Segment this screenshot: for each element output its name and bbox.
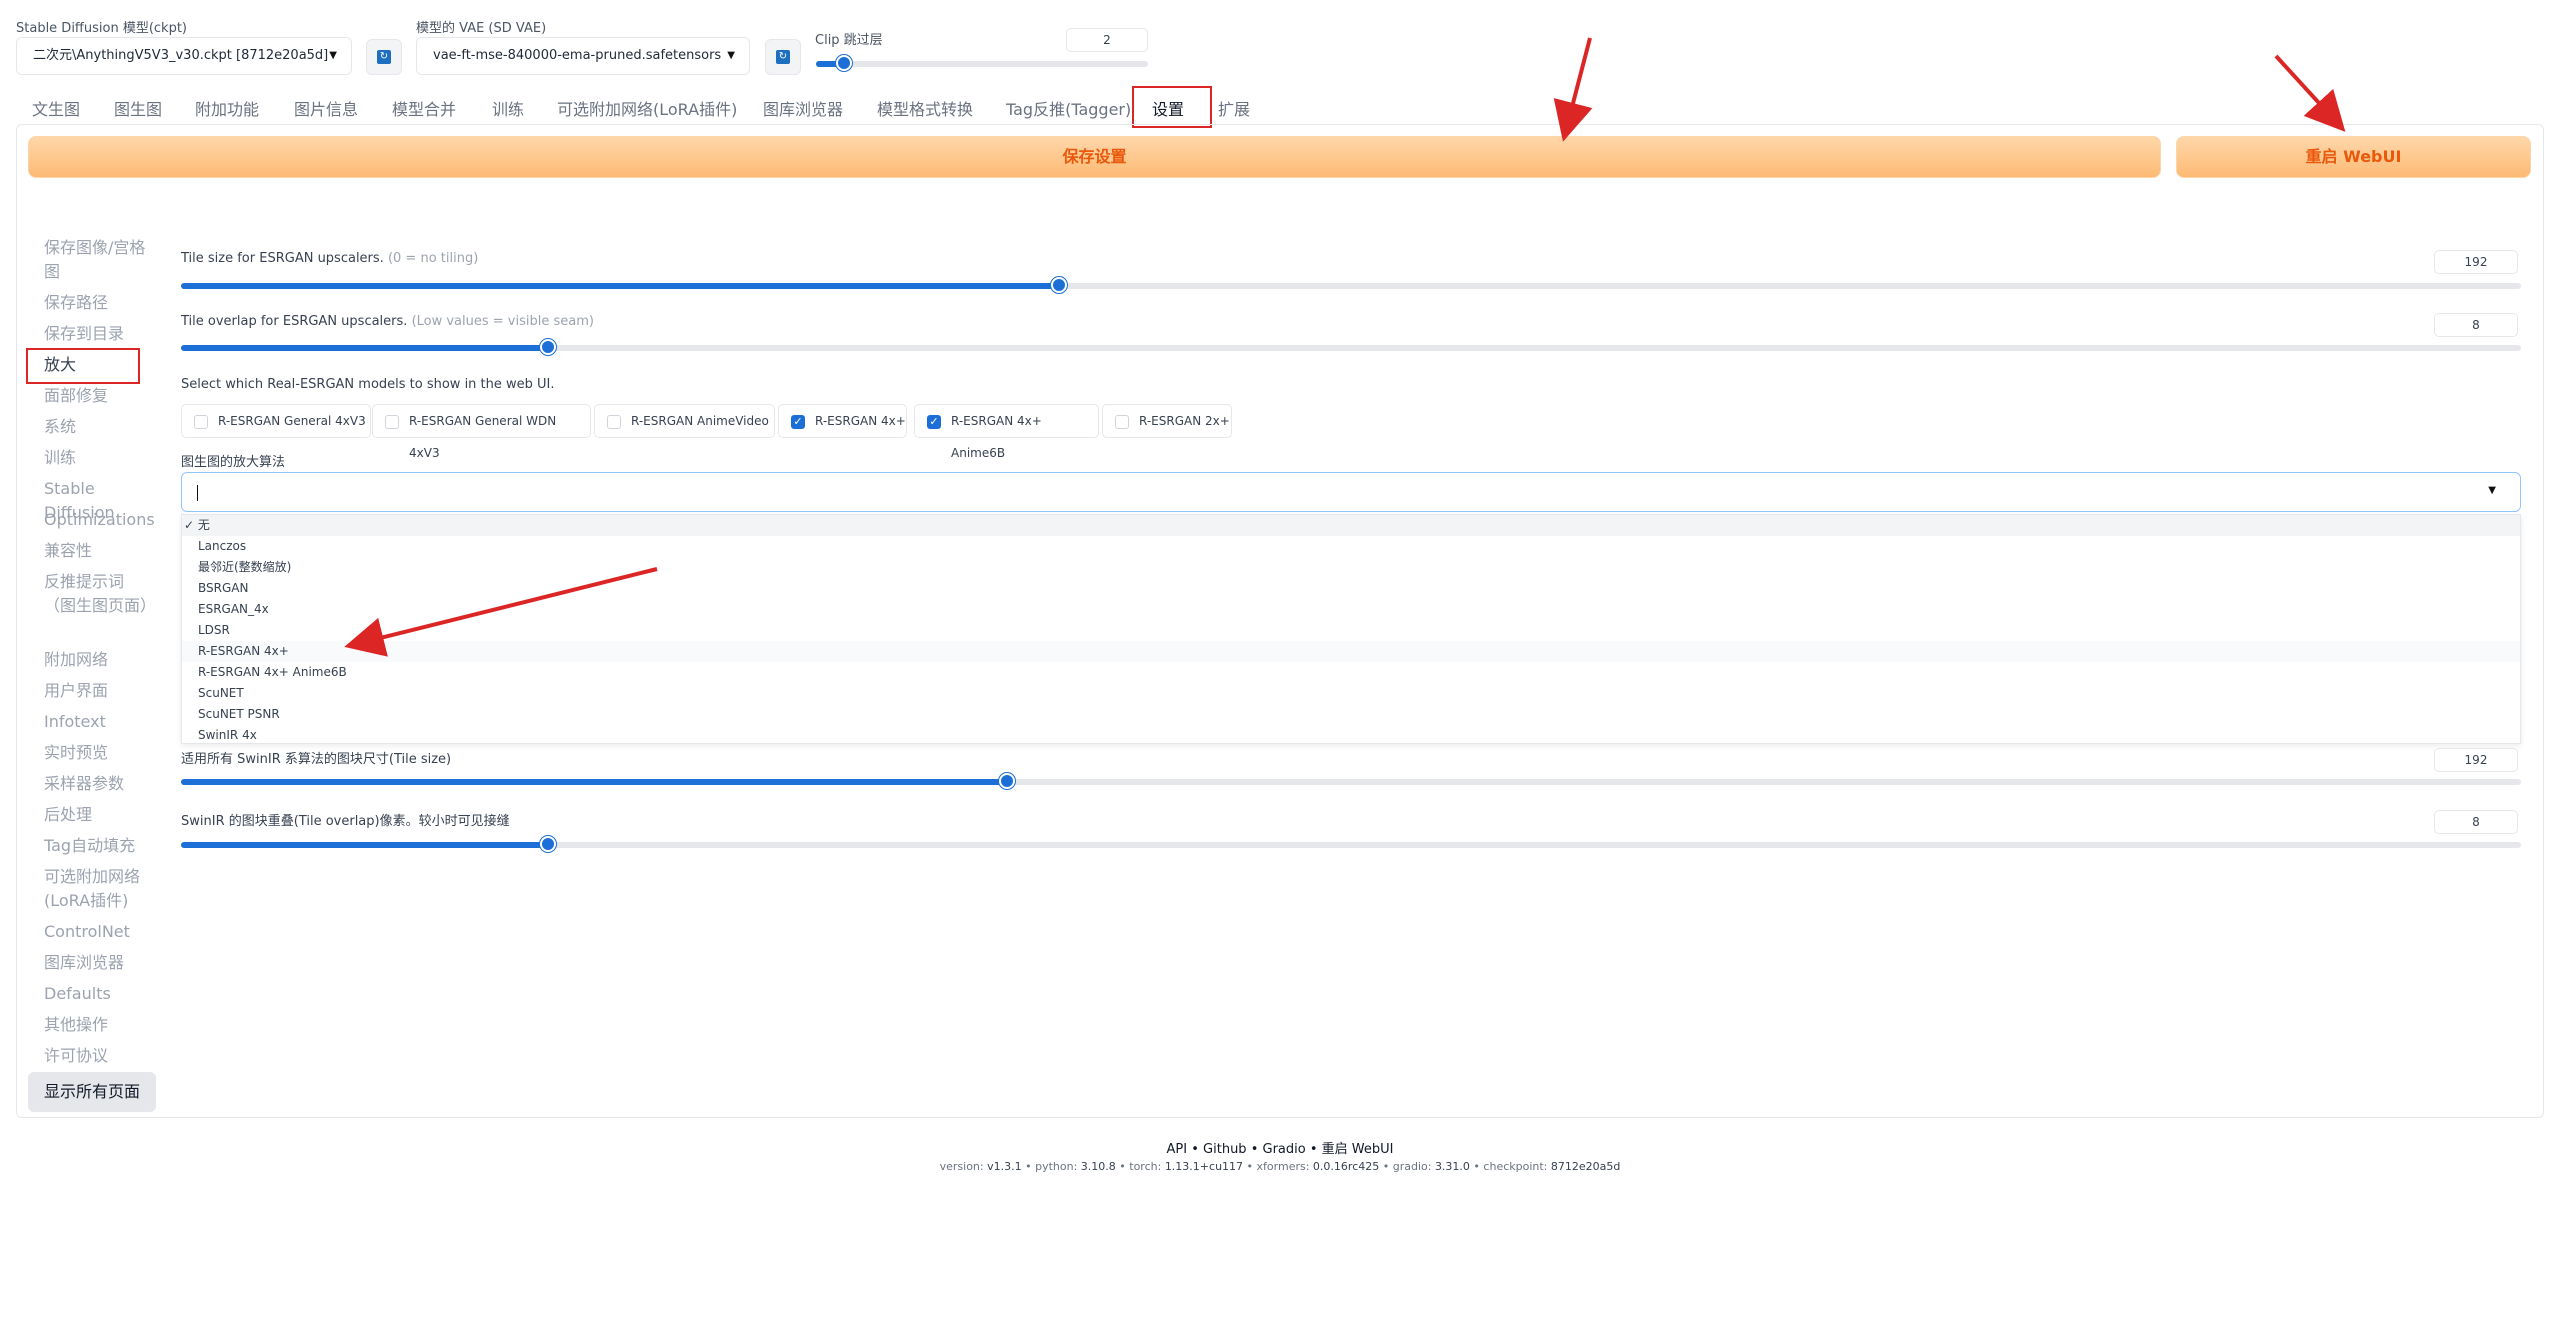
annotation-arrows — [344, 37, 2346, 657]
annotation-arrow-save — [1553, 37, 1593, 142]
annotation-arrow-restart — [2274, 54, 2346, 132]
annotation-arrow-upscaler — [344, 567, 658, 657]
